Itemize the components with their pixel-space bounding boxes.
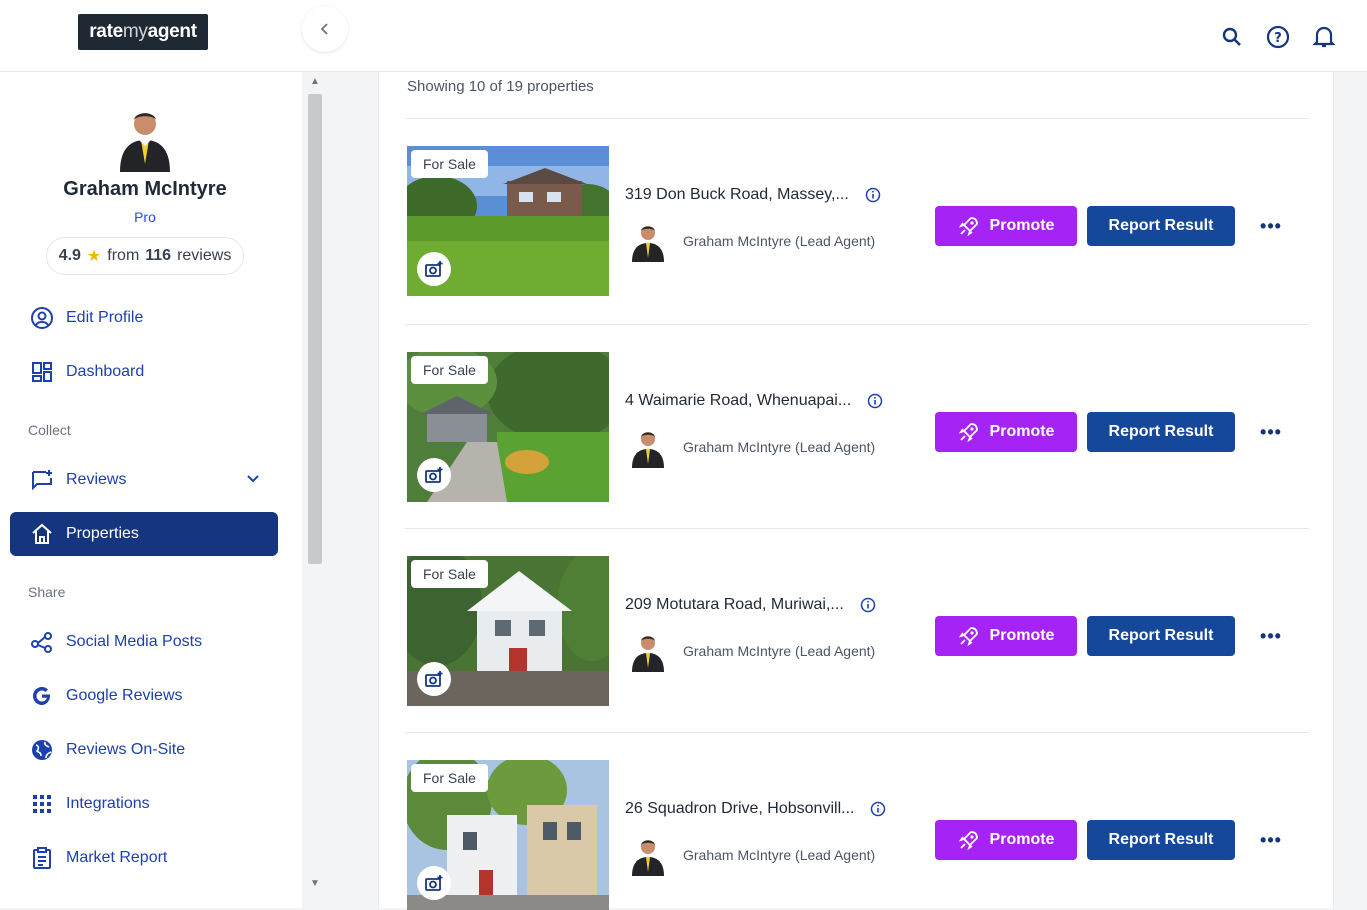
property-row: For Sale 4 Waimarie Road, Whenuapai... G… bbox=[405, 352, 1309, 502]
collapse-sidebar-button[interactable] bbox=[302, 6, 348, 52]
more-options-icon[interactable]: ••• bbox=[1257, 826, 1285, 854]
camera-add-icon[interactable] bbox=[417, 866, 451, 900]
lead-agent: Graham McIntyre (Lead Agent) bbox=[627, 426, 875, 468]
sidebar-item-dashboard[interactable]: Dashboard bbox=[10, 350, 278, 394]
review-icon bbox=[30, 468, 54, 492]
agent-name: Graham McIntyre bbox=[63, 178, 227, 200]
share-icon bbox=[30, 630, 54, 654]
camera-add-icon[interactable] bbox=[417, 662, 451, 696]
google-icon bbox=[30, 684, 54, 708]
report-result-button[interactable]: Report Result bbox=[1087, 206, 1235, 246]
for-sale-badge: For Sale bbox=[411, 150, 488, 178]
report-result-button[interactable]: Report Result bbox=[1087, 412, 1235, 452]
camera-add-icon[interactable] bbox=[417, 458, 451, 492]
chevron-down-icon[interactable] bbox=[246, 471, 260, 490]
agent-avatar-small bbox=[632, 636, 664, 672]
rocket-icon bbox=[958, 217, 978, 237]
agent-avatar-small bbox=[632, 226, 664, 262]
property-row: For Sale 26 Squadron Drive, Hobsonvill..… bbox=[405, 760, 1309, 910]
promote-button[interactable]: Promote bbox=[935, 412, 1077, 452]
bell-icon[interactable] bbox=[1311, 24, 1337, 50]
divider bbox=[405, 528, 1309, 529]
promote-button[interactable]: Promote bbox=[935, 820, 1077, 860]
grid-icon bbox=[30, 792, 54, 816]
sidebar-item-market-report[interactable]: Market Report bbox=[10, 836, 278, 880]
sidebar-scrollbar[interactable]: ▲ ▼ bbox=[306, 76, 322, 892]
results-count: Showing 10 of 19 properties bbox=[407, 78, 594, 95]
agent-avatar-small bbox=[632, 840, 664, 876]
properties-list-panel: Showing 10 of 19 properties For Sale 319… bbox=[378, 72, 1334, 910]
section-label-collect: Collect bbox=[28, 422, 71, 438]
user-circle-icon bbox=[30, 306, 54, 330]
chevron-left-icon bbox=[320, 23, 328, 35]
dashboard-icon bbox=[30, 360, 54, 384]
scroll-down-icon[interactable]: ▼ bbox=[308, 878, 322, 892]
star-icon: ★ bbox=[86, 248, 102, 265]
for-sale-badge: For Sale bbox=[411, 356, 488, 384]
property-photo[interactable]: For Sale bbox=[407, 556, 609, 706]
rocket-icon bbox=[958, 423, 978, 443]
divider bbox=[405, 732, 1309, 733]
for-sale-badge: For Sale bbox=[411, 560, 488, 588]
scroll-up-icon[interactable]: ▲ bbox=[308, 76, 322, 90]
sidebar-item-reviews[interactable]: Reviews bbox=[10, 458, 278, 502]
property-row: For Sale 209 Motutara Road, Muriwai,... … bbox=[405, 556, 1309, 706]
promote-button[interactable]: Promote bbox=[935, 206, 1077, 246]
agent-tier-badge: Pro bbox=[134, 209, 156, 225]
more-options-icon[interactable]: ••• bbox=[1257, 418, 1285, 446]
property-address[interactable]: 319 Don Buck Road, Massey,... bbox=[625, 186, 881, 204]
agent-avatar-small bbox=[632, 432, 664, 468]
info-icon[interactable] bbox=[860, 597, 876, 613]
ratemyagent-logo[interactable]: rate my agent bbox=[78, 14, 208, 50]
svg-text:?: ? bbox=[1274, 31, 1282, 46]
divider bbox=[405, 118, 1309, 119]
section-label-share: Share bbox=[28, 584, 66, 600]
info-icon[interactable] bbox=[865, 187, 881, 203]
promote-button[interactable]: Promote bbox=[935, 616, 1077, 656]
sidebar-item-reviews-on-site[interactable]: Reviews On-Site bbox=[10, 728, 278, 772]
property-photo[interactable]: For Sale bbox=[407, 146, 609, 296]
home-icon bbox=[30, 522, 54, 546]
report-result-button[interactable]: Report Result bbox=[1087, 820, 1235, 860]
info-icon[interactable] bbox=[867, 393, 883, 409]
lead-agent: Graham McIntyre (Lead Agent) bbox=[627, 834, 875, 876]
clipboard-icon bbox=[30, 846, 54, 870]
sidebar-item-properties[interactable]: Properties bbox=[10, 512, 278, 556]
agent-avatar[interactable] bbox=[110, 102, 180, 172]
property-photo[interactable]: For Sale bbox=[407, 760, 609, 910]
search-icon[interactable] bbox=[1219, 24, 1245, 50]
lead-agent: Graham McIntyre (Lead Agent) bbox=[627, 630, 875, 672]
sidebar-item-google-reviews[interactable]: Google Reviews bbox=[10, 674, 278, 718]
help-icon[interactable]: ? bbox=[1265, 24, 1291, 50]
more-options-icon[interactable]: ••• bbox=[1257, 622, 1285, 650]
top-bar: rate my agent ? bbox=[0, 0, 1367, 72]
lead-agent: Graham McIntyre (Lead Agent) bbox=[627, 220, 875, 262]
report-result-button[interactable]: Report Result bbox=[1087, 616, 1235, 656]
rocket-icon bbox=[958, 831, 978, 851]
divider bbox=[405, 324, 1309, 325]
scrollbar-thumb[interactable] bbox=[308, 94, 322, 564]
agent-profile: Graham McIntyre Pro 4.9 ★ from 116 revie… bbox=[0, 102, 290, 275]
rocket-icon bbox=[958, 627, 978, 647]
more-options-icon[interactable]: ••• bbox=[1257, 212, 1285, 240]
sidebar-item-social-media-posts[interactable]: Social Media Posts bbox=[10, 620, 278, 664]
property-address[interactable]: 26 Squadron Drive, Hobsonvill... bbox=[625, 800, 886, 818]
info-icon[interactable] bbox=[870, 801, 886, 817]
property-address[interactable]: 209 Motutara Road, Muriwai,... bbox=[625, 596, 876, 614]
property-row: For Sale 319 Don Buck Road, Massey,... G… bbox=[405, 146, 1309, 296]
property-photo[interactable]: For Sale bbox=[407, 352, 609, 502]
header-actions: ? bbox=[1219, 24, 1337, 50]
globe-icon bbox=[30, 738, 54, 762]
rating-summary[interactable]: 4.9 ★ from 116 reviews bbox=[45, 237, 245, 275]
for-sale-badge: For Sale bbox=[411, 764, 488, 792]
sidebar-item-integrations[interactable]: Integrations bbox=[10, 782, 278, 826]
sidebar-item-edit-profile[interactable]: Edit Profile bbox=[10, 296, 278, 340]
sidebar: Graham McIntyre Pro 4.9 ★ from 116 revie… bbox=[0, 72, 302, 908]
property-address[interactable]: 4 Waimarie Road, Whenuapai... bbox=[625, 392, 883, 410]
camera-add-icon[interactable] bbox=[417, 252, 451, 286]
